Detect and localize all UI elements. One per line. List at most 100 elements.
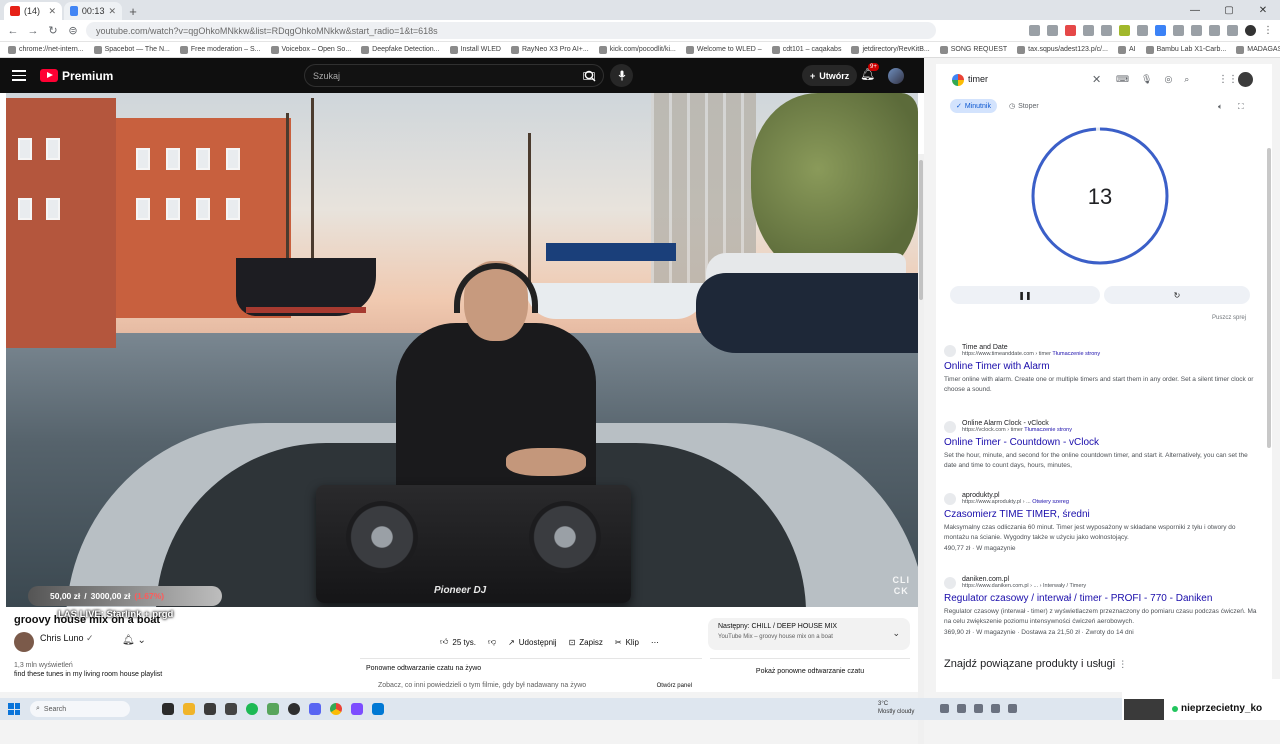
spotify-icon[interactable]: [246, 703, 258, 715]
open-panel-link[interactable]: Otwórz panel: [657, 683, 692, 689]
translate-link[interactable]: Otwiery szereg: [1032, 499, 1069, 505]
channel-name[interactable]: Chris Luno ✓: [40, 633, 94, 644]
search-query-input[interactable]: timer: [968, 74, 988, 84]
forward-icon[interactable]: →: [26, 24, 40, 38]
app-icon[interactable]: [372, 703, 384, 715]
minimize-button[interactable]: —: [1178, 0, 1212, 20]
bookmark-item[interactable]: Free moderation – S...: [179, 45, 261, 54]
extension-icon[interactable]: [1191, 25, 1202, 36]
up-next-panel[interactable]: Następny: CHILL / DEEP HOUSE MIX YouTube…: [708, 618, 910, 650]
translate-link[interactable]: Tłumaczenie strony: [1052, 351, 1100, 357]
extension-icon[interactable]: [1173, 25, 1184, 36]
translate-link[interactable]: Tłumaczenie strony: [1024, 427, 1072, 433]
download-icon[interactable]: [1227, 25, 1238, 36]
bookmark-item[interactable]: Welcome to WLED –: [685, 45, 762, 54]
menu-icon[interactable]: [12, 70, 26, 81]
description-box[interactable]: 1,3 mln wyświetleń find these tunes in m…: [14, 662, 354, 692]
bookmark-item[interactable]: Install WLED: [449, 45, 501, 54]
back-icon[interactable]: ←: [6, 24, 20, 38]
tab-stopwatch-mode[interactable]: ◷ Stoper: [1003, 99, 1045, 113]
bookmark-item[interactable]: chrome://net-intern...: [8, 45, 84, 54]
show-chat-replay-button[interactable]: Pokaż ponowne odtwarzanie czatu: [710, 658, 910, 684]
cast-icon[interactable]: [1029, 25, 1040, 36]
result-source[interactable]: daniken.com.pl https://www.daniken.com.pl…: [944, 576, 1260, 589]
menu-icon[interactable]: ⋮: [1263, 25, 1274, 36]
close-tab-icon[interactable]: ✕: [48, 6, 56, 17]
bookmark-item[interactable]: Bambu Lab X1-Carb...: [1145, 45, 1226, 54]
bookmark-item[interactable]: kick.com/pocodlit/ki...: [598, 45, 676, 54]
close-tab-icon[interactable]: ✕: [108, 6, 116, 17]
sound-icon[interactable]: 🔈︎: [1218, 102, 1223, 112]
taskbar-search[interactable]: ⌕ Search: [30, 701, 130, 717]
extension-icon[interactable]: [1155, 25, 1166, 36]
search-input[interactable]: Szukaj: [304, 64, 604, 87]
bookmark-item[interactable]: Voicebox – Open So...: [270, 45, 351, 54]
voice-search-button[interactable]: [610, 64, 633, 87]
app-icon[interactable]: [204, 703, 216, 715]
google-scrollbar[interactable]: [1266, 88, 1272, 688]
url-input[interactable]: youtube.com/watch?v=qgOhkoMNkkw&list=RDq…: [86, 22, 936, 39]
page-scrollbar[interactable]: [918, 154, 924, 744]
chevron-down-icon[interactable]: ⌄: [892, 628, 900, 639]
result-source[interactable]: Online Alarm Clock - vClock https://vcloc…: [944, 420, 1260, 433]
clear-search-icon[interactable]: ✕: [1092, 73, 1101, 86]
tray-icon[interactable]: [991, 704, 1000, 713]
app-icon[interactable]: [225, 703, 237, 715]
reload-icon[interactable]: ↻: [46, 24, 60, 38]
result-source[interactable]: aprodukty.pl https://www.aprodukty.pl › .…: [944, 492, 1260, 505]
youtube-logo[interactable]: Premium: [40, 69, 113, 83]
bookmark-item[interactable]: Spacebot — The N...: [93, 45, 170, 54]
bookmark-item[interactable]: tax.sqpus/adest123.p/c/...: [1017, 45, 1108, 54]
windows-start-icon[interactable]: [8, 703, 20, 715]
more-icon[interactable]: ⋮: [1118, 659, 1127, 669]
pause-button[interactable]: ❚❚: [950, 286, 1100, 304]
google-account-avatar[interactable]: [1238, 72, 1253, 87]
result-title-link[interactable]: Online Timer with Alarm: [944, 361, 1260, 372]
more-actions-button[interactable]: ⋯: [651, 632, 659, 652]
keyboard-icon[interactable]: ⌨: [1116, 74, 1129, 85]
share-button[interactable]: ↗ Udostępnij: [508, 632, 557, 652]
extension-icon[interactable]: [1119, 25, 1130, 36]
microphone-icon[interactable]: 🎙︎: [1141, 74, 1152, 85]
lens-icon[interactable]: ◎: [1164, 74, 1172, 85]
fullscreen-icon[interactable]: ⛶: [1238, 102, 1244, 112]
app-icon[interactable]: [267, 703, 279, 715]
result-title-link[interactable]: Czasomierz TIME TIMER, średni: [944, 509, 1260, 520]
bookmark-item[interactable]: Deepfake Detection...: [361, 45, 440, 54]
tab-youtube[interactable]: (14) ✕: [4, 2, 62, 20]
bookmark-item[interactable]: AI: [1117, 45, 1136, 54]
extension-icon[interactable]: [1065, 25, 1076, 36]
bookmark-item[interactable]: cdt101 – caqakabs: [771, 45, 841, 54]
site-info-icon[interactable]: ⊜: [66, 24, 80, 38]
tray-icon[interactable]: [974, 704, 983, 713]
extension-icon[interactable]: [1101, 25, 1112, 36]
maximize-button[interactable]: ▢: [1212, 0, 1246, 20]
search-icon[interactable]: ⌕: [1184, 74, 1189, 85]
close-window-button[interactable]: ✕: [1246, 0, 1280, 20]
reset-button[interactable]: ↻: [1104, 286, 1250, 304]
puzzle-icon[interactable]: [1209, 25, 1220, 36]
channel-avatar[interactable]: [14, 632, 34, 652]
bookmark-item[interactable]: jetdirectory/RevKitB...: [851, 45, 930, 54]
app-icon[interactable]: [351, 703, 363, 715]
star-icon[interactable]: [1047, 25, 1058, 36]
tab-timer-mode[interactable]: ✓ Minutnik: [950, 99, 997, 113]
apps-grid-icon[interactable]: ⋮⋮: [1218, 74, 1238, 85]
tray-icon[interactable]: [1008, 704, 1017, 713]
dislike-button[interactable]: 👎︎: [488, 632, 496, 652]
result-title-link[interactable]: Regulator czasowy / interwał / timer - P…: [944, 593, 1260, 604]
notifications-button[interactable]: 🔔︎ 9+: [860, 63, 879, 81]
new-tab-button[interactable]: +: [124, 2, 142, 20]
save-button[interactable]: ⊡ Zapisz: [569, 632, 603, 652]
bookmark-item[interactable]: RayNeo X3 Pro AI+...: [510, 45, 589, 54]
create-button[interactable]: + Utwórz: [802, 65, 858, 86]
subscription-bell-button[interactable]: 🔔︎ ⌄: [122, 635, 146, 646]
discord-icon[interactable]: [309, 703, 321, 715]
task-view-icon[interactable]: [162, 703, 174, 715]
tab-timer[interactable]: 00:13 ✕: [64, 2, 122, 20]
account-avatar[interactable]: [888, 68, 904, 84]
extension-icon[interactable]: [1083, 25, 1094, 36]
obs-icon[interactable]: [288, 703, 300, 715]
tray-icon[interactable]: [940, 704, 949, 713]
result-source[interactable]: Time and Date https://www.timeanddate.com…: [944, 344, 1260, 357]
